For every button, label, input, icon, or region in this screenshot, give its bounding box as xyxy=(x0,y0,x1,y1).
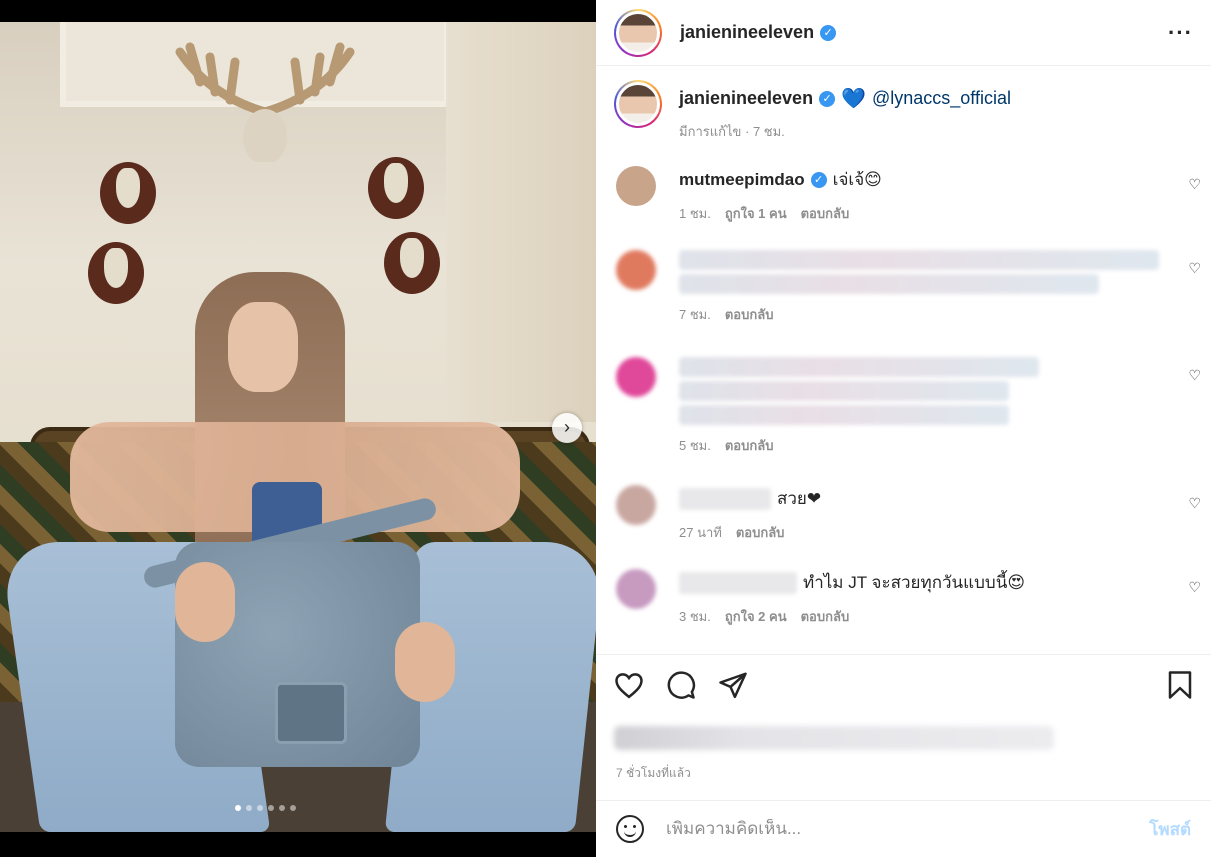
add-comment-bar: โพสต์ xyxy=(596,800,1211,857)
avatar[interactable] xyxy=(616,357,656,397)
like-comment-heart-icon[interactable]: ♡ xyxy=(1188,579,1201,596)
post-header: janienineeleven ✓ ··· xyxy=(596,0,1211,66)
carousel-dot[interactable] xyxy=(279,805,285,811)
post-comment-button[interactable]: โพสต์ xyxy=(1149,816,1191,843)
post-actions-bar xyxy=(596,654,1211,714)
like-comment-heart-icon[interactable]: ♡ xyxy=(1188,367,1201,384)
emoji-icon[interactable] xyxy=(616,815,644,843)
wall-shadow xyxy=(446,22,596,422)
like-comment-heart-icon[interactable]: ♡ xyxy=(1188,260,1201,277)
comment-time[interactable]: 27 นาที xyxy=(679,522,722,543)
comment-likes[interactable]: ถูกใจ 2 คน xyxy=(725,606,787,627)
verified-icon: ✓ xyxy=(810,171,827,188)
goat-skull-trophy xyxy=(384,232,440,294)
comment-time[interactable]: 3 ชม. xyxy=(679,606,711,627)
blurred-comment-text xyxy=(679,357,1039,377)
verified-icon: ✓ xyxy=(819,90,836,107)
post-photo[interactable] xyxy=(0,22,596,832)
comment-item: สวย❤ 27 นาที ตอบกลับ ♡ xyxy=(616,485,1201,543)
post-media: › xyxy=(0,0,596,857)
carousel-dot[interactable] xyxy=(257,805,263,811)
like-comment-heart-icon[interactable]: ♡ xyxy=(1188,176,1201,193)
goat-skull-trophy xyxy=(100,162,156,224)
caption-username[interactable]: janienineeleven xyxy=(679,88,813,109)
carousel-dot[interactable] xyxy=(290,805,296,811)
avatar[interactable] xyxy=(616,166,656,206)
blurred-comment-text xyxy=(679,381,1009,401)
carousel-dot[interactable] xyxy=(235,805,241,811)
avatar[interactable] xyxy=(614,80,662,128)
post-sidebar: janienineeleven ✓ ··· janienineeleven ✓ … xyxy=(596,0,1211,857)
comment-time[interactable]: 1 ชม. xyxy=(679,203,711,224)
goat-skull-trophy xyxy=(88,242,144,304)
blurred-likes-summary xyxy=(614,726,1054,750)
hand xyxy=(175,562,235,642)
reply-button[interactable]: ตอบกลับ xyxy=(725,435,774,456)
carousel-dot[interactable] xyxy=(246,805,252,811)
reply-button[interactable]: ตอบกลับ xyxy=(801,606,850,627)
next-image-button[interactable]: › xyxy=(552,413,582,443)
comment-icon[interactable] xyxy=(666,670,696,700)
comment-item: mutmeepimdao ✓ เจ่เจ้😊 1 ชม. ถูกใจ 1 คน … xyxy=(616,166,1201,224)
reply-button[interactable]: ตอบกลับ xyxy=(801,203,850,224)
blue-heart-emoji: 💙 xyxy=(841,88,866,110)
avatar[interactable] xyxy=(616,250,656,290)
reply-button[interactable]: ตอบกลับ xyxy=(736,522,785,543)
comment-time[interactable]: 5 ชม. xyxy=(679,435,711,456)
blurred-comment-text xyxy=(679,274,1099,294)
author-username[interactable]: janienineeleven ✓ xyxy=(680,22,837,43)
comment-username[interactable]: mutmeepimdao xyxy=(679,170,805,190)
share-icon[interactable] xyxy=(718,670,748,700)
reply-button[interactable]: ตอบกลับ xyxy=(725,304,774,325)
avatar[interactable] xyxy=(616,569,656,609)
comment-item: 5 ชม. ตอบกลับ ♡ xyxy=(616,357,1201,456)
blurred-comment-text xyxy=(679,405,1009,425)
caption-mention-link[interactable]: @lynaccs_official xyxy=(872,88,1011,109)
goat-skull-trophy xyxy=(368,157,424,219)
avatar[interactable] xyxy=(616,485,656,525)
caption: janienineeleven ✓ 💙 @lynaccs_official มี… xyxy=(614,80,1011,142)
hand xyxy=(395,622,455,702)
verified-icon: ✓ xyxy=(820,24,837,41)
comment-input[interactable] xyxy=(666,819,1150,839)
comment-likes[interactable]: ถูกใจ 1 คน xyxy=(725,203,787,224)
comment-item: 7 ชม. ตอบกลับ ♡ xyxy=(616,250,1201,325)
bag-clasp xyxy=(275,682,347,744)
carousel-dot[interactable] xyxy=(268,805,274,811)
moose-antlers xyxy=(175,42,355,162)
comment-text: เจ่เจ้😊 xyxy=(832,170,882,189)
comment-time[interactable]: 7 ชม. xyxy=(679,304,711,325)
comment-text: ทำไม JT จะสวยทุกวันแบบนี้😍 xyxy=(803,573,1026,592)
blurred-username xyxy=(679,487,771,510)
caption-meta: มีการแก้ไข · 7 ชม. xyxy=(679,124,785,139)
person-face xyxy=(228,302,298,392)
username-text: janienineeleven xyxy=(680,22,815,42)
blurred-username xyxy=(679,571,797,594)
avatar[interactable] xyxy=(614,8,662,57)
bookmark-icon[interactable] xyxy=(1167,670,1193,700)
comment-text: สวย❤ xyxy=(777,489,822,508)
heart-icon[interactable] xyxy=(614,671,644,699)
post-time[interactable]: 7 ชั่วโมงที่แล้ว xyxy=(616,764,691,783)
comment-item: ทำไม JT จะสวยทุกวันแบบนี้😍 3 ชม. ถูกใจ 2… xyxy=(616,569,1201,627)
like-comment-heart-icon[interactable]: ♡ xyxy=(1188,495,1201,512)
more-options-icon[interactable]: ··· xyxy=(1168,20,1193,46)
carousel-dots xyxy=(235,805,296,811)
chevron-right-icon: › xyxy=(564,417,570,437)
blurred-comment-text xyxy=(679,250,1159,270)
